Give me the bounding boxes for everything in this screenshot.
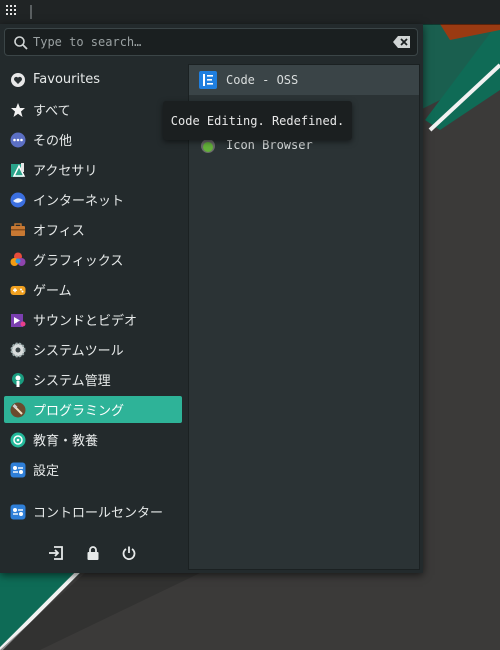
graphics-icon (10, 252, 26, 266)
category-label: 設定 (33, 464, 60, 479)
more-icon (10, 132, 26, 147)
category-internet[interactable]: インターネット (4, 186, 182, 213)
app-label: Icon Browser (226, 138, 313, 152)
star-icon (11, 102, 25, 117)
session-actions (0, 539, 188, 569)
category-label: インターネット (33, 194, 125, 209)
category-label: システム管理 (33, 374, 111, 389)
search-icon (14, 36, 28, 50)
category-games[interactable]: ゲーム (4, 276, 182, 303)
category-all[interactable]: すべて (4, 96, 182, 123)
category-favourites[interactable]: Favourites (4, 66, 182, 93)
category-settings[interactable]: 設定 (4, 456, 182, 483)
power-icon[interactable] (121, 545, 137, 561)
lock-icon[interactable] (85, 545, 101, 561)
category-label: グラフィックス (33, 254, 124, 269)
logout-icon[interactable] (48, 545, 64, 561)
category-programming[interactable]: プログラミング (4, 396, 182, 423)
category-label: すべて (33, 104, 71, 119)
heart-icon (11, 72, 25, 87)
internet-icon (10, 192, 26, 207)
category-graphics[interactable]: グラフィックス (4, 246, 182, 273)
app-tooltip: Code Editing. Redefined. (163, 101, 352, 140)
category-other[interactable]: その他 (4, 126, 182, 153)
category-label: その他 (33, 134, 73, 149)
control-center-button[interactable]: コントロールセンター (4, 498, 182, 525)
vscode-icon (199, 71, 217, 89)
settings-icon (10, 462, 26, 477)
control-center-label: コントロールセンター (33, 506, 164, 521)
category-label: ゲーム (33, 284, 72, 299)
programming-icon (10, 402, 26, 417)
category-education[interactable]: 教育・教養 (4, 426, 182, 453)
app-label: Code - OSS (226, 73, 299, 87)
category-label: 教育・教養 (33, 434, 99, 449)
system-tools-icon (10, 342, 26, 357)
accessories-icon (11, 162, 26, 177)
clear-search-icon[interactable] (393, 35, 411, 49)
education-icon (10, 432, 26, 447)
office-icon (11, 222, 25, 236)
gamepad-icon (10, 285, 26, 295)
search-box (4, 28, 418, 56)
multimedia-icon (11, 313, 26, 327)
top-panel (0, 0, 500, 24)
system-admin-icon (12, 372, 24, 387)
panel-separator (30, 5, 32, 19)
category-label: アクセサリ (33, 164, 98, 179)
app-menu-button[interactable] (6, 5, 20, 19)
category-office[interactable]: オフィス (4, 216, 182, 243)
category-accessories[interactable]: アクセサリ (4, 156, 182, 183)
category-multimedia[interactable]: サウンドとビデオ (4, 306, 182, 333)
search-input[interactable] (33, 33, 383, 51)
category-system-admin[interactable]: システム管理 (4, 366, 182, 393)
category-label: サウンドとビデオ (33, 314, 138, 329)
category-label: プログラミング (33, 404, 125, 419)
control-center-icon (10, 504, 26, 519)
category-label: Favourites (33, 72, 100, 87)
category-label: オフィス (33, 224, 85, 239)
category-system-tools[interactable]: システムツール (4, 336, 182, 363)
category-label: システムツール (33, 344, 124, 359)
app-item-code-oss[interactable]: Code - OSS (189, 65, 419, 95)
